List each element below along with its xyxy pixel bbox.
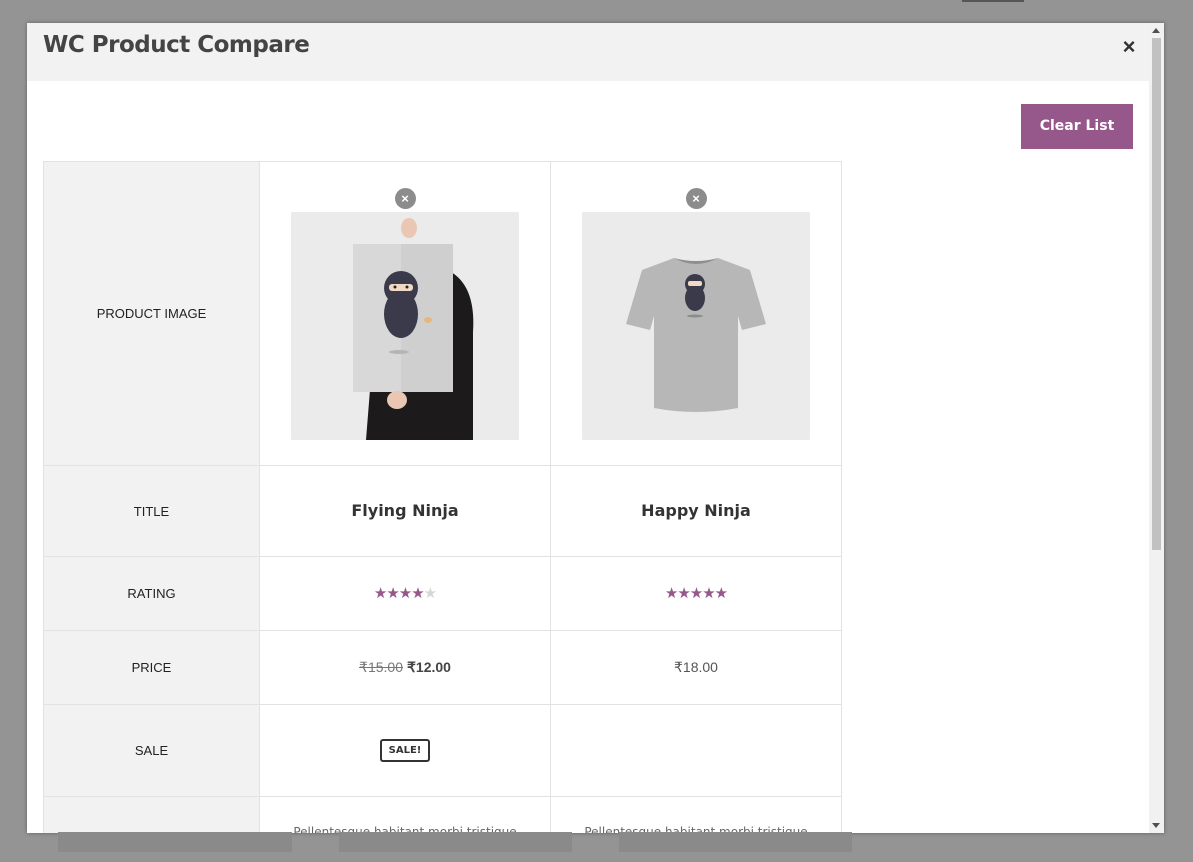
scroll-thumb[interactable] [1152, 38, 1161, 550]
product-sale-cell: SALE! [260, 705, 551, 797]
remove-product-icon[interactable]: × [686, 188, 707, 209]
clear-list-button[interactable]: Clear List [1021, 104, 1133, 149]
modal-title: WC Product Compare [43, 32, 309, 58]
remove-product-icon[interactable]: × [395, 188, 416, 209]
product-description: Pellentesque habitant morbi tristique [551, 797, 841, 833]
compare-modal: WC Product Compare × Clear List PRODUCT … [27, 23, 1164, 833]
product-price: ₹18.00 [674, 659, 718, 675]
star-rating: ★★★★★ [374, 585, 436, 602]
close-icon[interactable]: × [1121, 35, 1137, 59]
product-description-cell: Pellentesque habitant morbi tristique [551, 797, 842, 834]
sale-badge: SALE! [380, 739, 431, 762]
product-image-cell: × [260, 162, 551, 466]
product-title-cell: Flying Ninja [260, 466, 551, 557]
row-label-description [44, 797, 260, 834]
table-row-sale: SALE SALE! [44, 705, 842, 797]
sale-price: ₹12.00 [407, 659, 451, 675]
star-filled-icon: ★★★★★ [665, 585, 727, 602]
table-row-rating: RATING ★★★★★ ★★★★★ [44, 557, 842, 631]
tshirt-ninja-image[interactable] [582, 212, 810, 440]
product-title[interactable]: Flying Ninja [351, 501, 458, 520]
product-price-cell: ₹18.00 [551, 631, 842, 705]
row-label-price: PRICE [44, 631, 260, 705]
product-description-cell: Pellentesque habitant morbi tristique [260, 797, 551, 834]
row-label-product-image: PRODUCT IMAGE [44, 162, 260, 466]
row-label-rating: RATING [44, 557, 260, 631]
star-empty-icon: ★ [424, 585, 436, 602]
background-bar [339, 832, 572, 852]
background-bar [619, 832, 852, 852]
scroll-up-arrow-icon[interactable] [1152, 28, 1160, 33]
poster-ninja-image[interactable] [291, 212, 519, 440]
product-rating-cell: ★★★★★ [551, 557, 842, 631]
scroll-down-arrow-icon[interactable] [1152, 823, 1160, 828]
table-row-title: TITLE Flying Ninja Happy Ninja [44, 466, 842, 557]
background-underline [962, 0, 1024, 2]
modal-header: WC Product Compare × [27, 23, 1149, 81]
product-price-cell: ₹15.00₹12.00 [260, 631, 551, 705]
product-sale-cell [551, 705, 842, 797]
product-image-cell: × [551, 162, 842, 466]
background-bar [58, 832, 292, 852]
product-title-cell: Happy Ninja [551, 466, 842, 557]
row-label-sale: SALE [44, 705, 260, 797]
star-filled-icon: ★★★★ [374, 585, 424, 602]
product-rating-cell: ★★★★★ [260, 557, 551, 631]
table-row-image: PRODUCT IMAGE × [44, 162, 842, 466]
product-price: ₹15.00₹12.00 [359, 659, 451, 675]
table-row-price: PRICE ₹15.00₹12.00 ₹18.00 [44, 631, 842, 705]
original-price: ₹15.00 [359, 659, 403, 675]
star-rating: ★★★★★ [665, 585, 727, 602]
table-row-description: Pellentesque habitant morbi tristique Pe… [44, 797, 842, 834]
modal-scrollbar[interactable] [1149, 23, 1164, 833]
product-description: Pellentesque habitant morbi tristique [260, 797, 550, 833]
compare-table: PRODUCT IMAGE × [43, 161, 842, 833]
row-label-title: TITLE [44, 466, 260, 557]
product-title[interactable]: Happy Ninja [641, 501, 751, 520]
